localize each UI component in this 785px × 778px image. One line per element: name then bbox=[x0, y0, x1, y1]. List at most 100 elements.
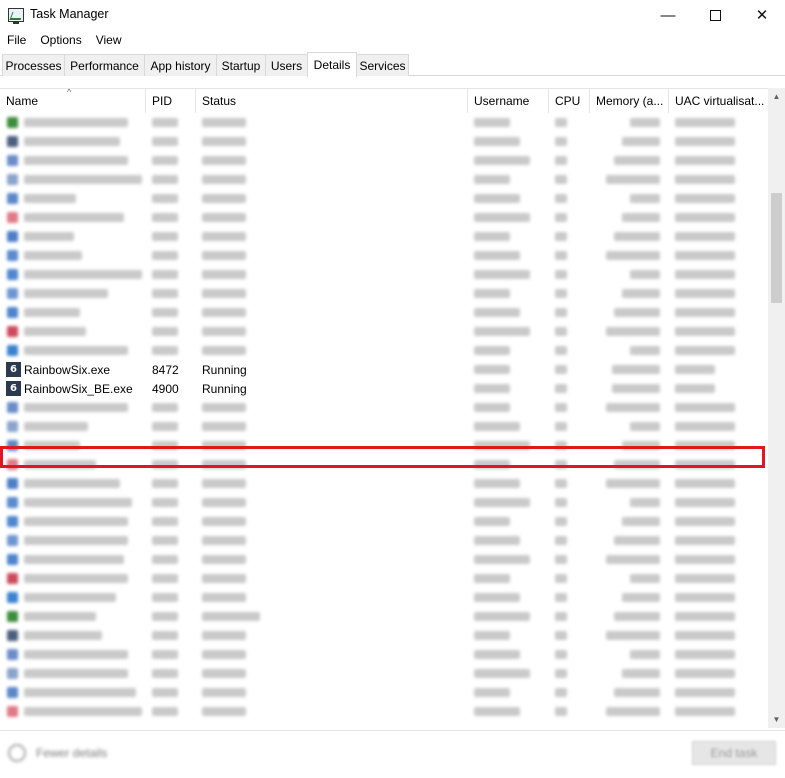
table-row[interactable] bbox=[0, 265, 768, 284]
tab-processes[interactable]: Processes bbox=[2, 54, 65, 76]
redacted-value bbox=[202, 574, 246, 583]
redacted-cell bbox=[669, 493, 767, 512]
redacted-cell bbox=[468, 322, 548, 341]
process-status: Running bbox=[202, 381, 247, 396]
redacted-cell bbox=[146, 702, 195, 721]
tab-app-history[interactable]: App history bbox=[144, 54, 217, 76]
tab-services[interactable]: Services bbox=[356, 54, 409, 76]
table-row[interactable] bbox=[0, 569, 768, 588]
redacted-value bbox=[202, 137, 246, 146]
menu-file[interactable]: File bbox=[7, 33, 26, 47]
fewer-details-button[interactable]: Fewer details bbox=[8, 744, 107, 762]
table-row[interactable] bbox=[0, 626, 768, 645]
redacted-cell bbox=[0, 341, 145, 360]
end-task-button[interactable]: End task bbox=[692, 741, 776, 765]
table-row[interactable] bbox=[0, 417, 768, 436]
tab-details[interactable]: Details bbox=[307, 52, 357, 77]
column-name[interactable]: Name ^ bbox=[0, 89, 146, 113]
minimize-icon: — bbox=[660, 6, 676, 24]
redacted-cell bbox=[146, 322, 195, 341]
table-row[interactable] bbox=[0, 151, 768, 170]
redacted-cell bbox=[669, 208, 767, 227]
scroll-up-arrow-icon[interactable]: ▲ bbox=[768, 88, 785, 105]
table-row[interactable] bbox=[0, 531, 768, 550]
redacted-value bbox=[24, 289, 108, 298]
table-row[interactable] bbox=[0, 303, 768, 322]
table-row[interactable] bbox=[0, 512, 768, 531]
redacted-cell bbox=[196, 265, 467, 284]
redacted-value bbox=[622, 137, 660, 146]
tab-users[interactable]: Users bbox=[265, 54, 308, 76]
table-row[interactable] bbox=[0, 702, 768, 721]
redacted-value bbox=[152, 498, 178, 507]
column-uac-virtualisation[interactable]: UAC virtualisat... bbox=[669, 89, 768, 113]
column-status[interactable]: Status bbox=[196, 89, 468, 113]
redacted-cell bbox=[0, 683, 145, 702]
menu-options[interactable]: Options bbox=[40, 33, 81, 47]
table-row[interactable] bbox=[0, 588, 768, 607]
redacted-cell bbox=[590, 417, 668, 436]
table-row[interactable] bbox=[0, 227, 768, 246]
table-row[interactable] bbox=[0, 284, 768, 303]
minimize-button[interactable]: — bbox=[645, 0, 691, 30]
table-row[interactable]: 6 RainbowSix_BE.exe 4900 Running bbox=[0, 379, 768, 398]
redacted-value bbox=[474, 688, 510, 697]
redacted-cell bbox=[669, 702, 767, 721]
table-row[interactable] bbox=[0, 607, 768, 626]
table-row[interactable] bbox=[0, 132, 768, 151]
redacted-cell bbox=[196, 341, 467, 360]
table-row[interactable] bbox=[0, 170, 768, 189]
redacted-value bbox=[202, 289, 246, 298]
redacted-cell bbox=[669, 683, 767, 702]
close-button[interactable]: ✕ bbox=[739, 0, 785, 30]
redacted-cell bbox=[468, 474, 548, 493]
redacted-value bbox=[152, 422, 178, 431]
redacted-value bbox=[606, 631, 660, 640]
redacted-cell bbox=[590, 132, 668, 151]
column-header-row: Name ^ PID Status Username CPU Memory (a… bbox=[0, 89, 768, 113]
redacted-cell bbox=[590, 512, 668, 531]
redacted-cell bbox=[468, 550, 548, 569]
redacted-value bbox=[555, 631, 567, 640]
redacted-cell bbox=[669, 607, 767, 626]
menu-view[interactable]: View bbox=[96, 33, 122, 47]
redacted-cell bbox=[590, 379, 668, 398]
column-memory[interactable]: Memory (a... bbox=[590, 89, 669, 113]
column-name-label: Name bbox=[6, 94, 39, 108]
table-row[interactable] bbox=[0, 246, 768, 265]
tab-performance[interactable]: Performance bbox=[64, 54, 145, 76]
redacted-cell bbox=[590, 531, 668, 550]
redacted-cell bbox=[0, 246, 145, 265]
vertical-scrollbar[interactable]: ▲ ▼ bbox=[768, 88, 785, 728]
table-row[interactable] bbox=[0, 683, 768, 702]
maximize-button[interactable] bbox=[692, 0, 738, 30]
redacted-value bbox=[630, 118, 660, 127]
table-row[interactable] bbox=[0, 493, 768, 512]
redacted-cell bbox=[146, 246, 195, 265]
table-row[interactable] bbox=[0, 208, 768, 227]
column-username[interactable]: Username bbox=[468, 89, 549, 113]
redacted-value bbox=[202, 479, 246, 488]
scrollbar-thumb[interactable] bbox=[771, 193, 782, 303]
scroll-down-arrow-icon[interactable]: ▼ bbox=[768, 711, 785, 728]
table-row[interactable] bbox=[0, 664, 768, 683]
redacted-cell bbox=[590, 170, 668, 189]
redacted-cell bbox=[669, 284, 767, 303]
redacted-value bbox=[152, 289, 178, 298]
tab-startup[interactable]: Startup bbox=[216, 54, 266, 76]
table-row[interactable] bbox=[0, 322, 768, 341]
table-row[interactable] bbox=[0, 398, 768, 417]
table-row[interactable]: 6 RainbowSix.exe 8472 Running bbox=[0, 360, 768, 379]
table-row[interactable] bbox=[0, 645, 768, 664]
redacted-value bbox=[675, 175, 735, 184]
table-row[interactable] bbox=[0, 341, 768, 360]
redacted-value bbox=[24, 707, 142, 716]
table-row[interactable] bbox=[0, 113, 768, 132]
column-cpu[interactable]: CPU bbox=[549, 89, 590, 113]
redacted-cell bbox=[146, 132, 195, 151]
table-row[interactable] bbox=[0, 474, 768, 493]
redacted-value bbox=[202, 536, 246, 545]
column-pid[interactable]: PID bbox=[146, 89, 196, 113]
table-row[interactable] bbox=[0, 550, 768, 569]
table-row[interactable] bbox=[0, 189, 768, 208]
